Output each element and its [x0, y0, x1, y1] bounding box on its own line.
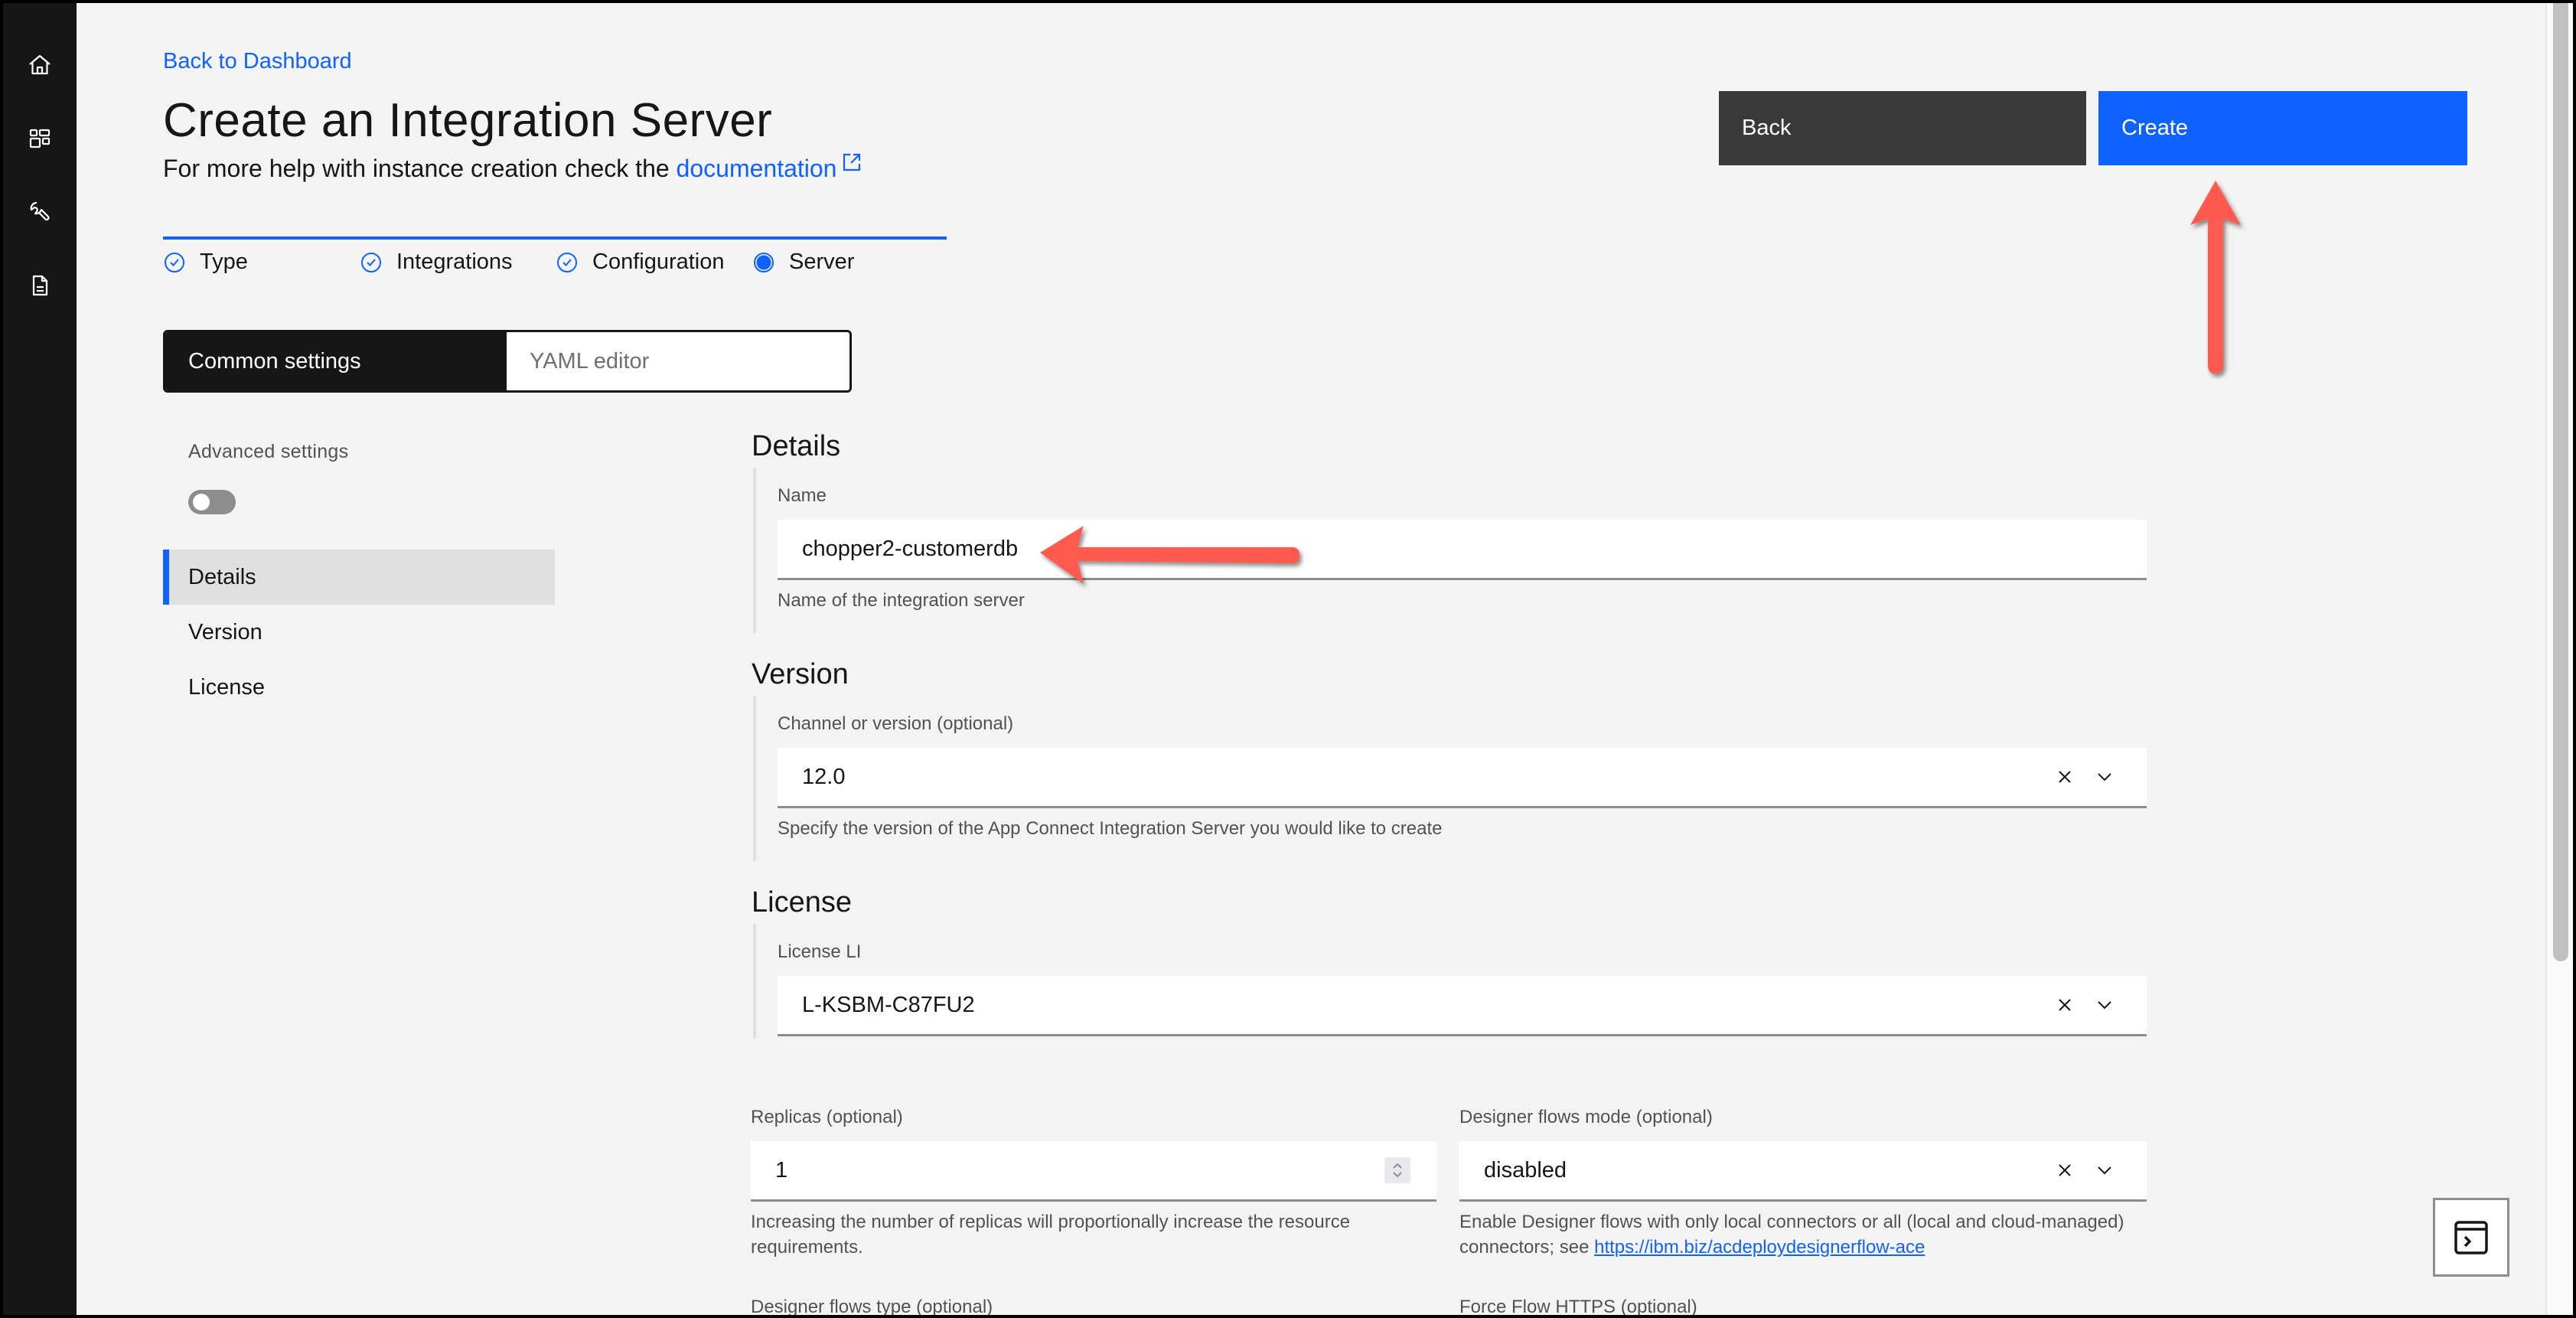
checkmark-circle-icon	[557, 252, 577, 272]
license-value: L-KSBM-C87FU2	[802, 992, 975, 1017]
current-step-icon	[754, 252, 774, 272]
tab-yaml-editor[interactable]: YAML editor	[507, 332, 849, 390]
side-rail	[3, 3, 77, 1315]
designer-flows-mode-value: disabled	[1484, 1157, 1567, 1183]
name-field[interactable]	[778, 520, 2147, 580]
progress-step-integrations[interactable]: Integrations	[360, 250, 513, 275]
checkmark-circle-icon	[165, 252, 184, 272]
clear-icon[interactable]	[2056, 997, 2073, 1013]
designer-flows-mode-helper: Enable Designer flows with only local co…	[1459, 1209, 2148, 1260]
details-section-bar	[753, 468, 756, 633]
name-helper-text: Name of the integration server	[778, 590, 1025, 611]
chevron-down-icon[interactable]	[2096, 1162, 2113, 1179]
license-label: License LI	[778, 941, 862, 962]
progress-step-configuration[interactable]: Configuration	[556, 250, 725, 275]
designer-flow-doc-link[interactable]: https://ibm.biz/acdeploydesignerflow-ace	[1594, 1237, 1925, 1258]
toggle-knob	[193, 494, 210, 511]
license-section-title: License	[752, 886, 852, 918]
content-switcher: Common settings YAML editor	[163, 330, 852, 393]
document-icon	[32, 275, 48, 296]
version-label: Channel or version (optional)	[778, 713, 1014, 734]
chevron-up-icon[interactable]	[1391, 1161, 1404, 1170]
page-scrollbar[interactable]	[2545, 3, 2573, 1315]
name-label: Name	[778, 485, 827, 506]
version-section-title: Version	[752, 658, 849, 690]
rail-documents-button[interactable]	[3, 249, 77, 322]
back-to-dashboard-link[interactable]: Back to Dashboard	[163, 49, 352, 74]
name-input[interactable]	[802, 520, 2147, 578]
dashboard-icon	[29, 129, 51, 148]
version-section-bar	[753, 696, 756, 861]
back-button[interactable]: Back	[1719, 91, 2086, 165]
progress-step-type[interactable]: Type	[163, 250, 248, 275]
chevron-down-icon[interactable]	[2096, 768, 2113, 785]
home-icon	[29, 54, 51, 75]
terminal-icon	[2454, 1220, 2488, 1254]
page-title: Create an Integration Server	[163, 94, 773, 147]
step-label: Integrations	[396, 250, 513, 274]
page-subtitle: For more help with instance creation che…	[163, 152, 862, 183]
rail-tools-button[interactable]	[3, 175, 77, 249]
settings-nav-license[interactable]: License	[163, 660, 555, 715]
license-combobox[interactable]: L-KSBM-C87FU2	[778, 976, 2147, 1036]
wrench-icon	[30, 201, 50, 221]
force-flow-https-label: Force Flow HTTPS (optional)	[1459, 1297, 1697, 1315]
details-section-title: Details	[752, 430, 841, 462]
documentation-link[interactable]: documentation	[677, 155, 837, 182]
designer-flows-type-label: Designer flows type (optional)	[751, 1297, 993, 1315]
version-value: 12.0	[802, 764, 846, 789]
chevron-down-icon[interactable]	[2096, 997, 2113, 1013]
replicas-stepper[interactable]	[1384, 1157, 1410, 1183]
progress-bar	[163, 237, 947, 240]
designer-flows-mode-label: Designer flows mode (optional)	[1459, 1107, 1713, 1127]
clear-icon[interactable]	[2056, 1162, 2073, 1179]
app-window: Back to Dashboard Create an Integration …	[3, 3, 2573, 1315]
create-button[interactable]: Create	[2098, 91, 2467, 165]
rail-home-button[interactable]	[3, 28, 77, 102]
replicas-field[interactable]: 1	[751, 1141, 1436, 1202]
step-label: Server	[789, 250, 855, 274]
terminal-panel-button[interactable]	[2433, 1198, 2509, 1277]
replicas-helper-text: Increasing the number of replicas will p…	[751, 1212, 1351, 1258]
replicas-label: Replicas (optional)	[751, 1107, 903, 1127]
advanced-settings-toggle[interactable]	[188, 490, 236, 514]
annotation-arrow-up-icon	[2190, 181, 2241, 374]
step-label: Type	[200, 250, 248, 274]
settings-nav-details[interactable]: Details	[163, 550, 555, 605]
step-label: Configuration	[592, 250, 725, 274]
progress-step-server[interactable]: Server	[752, 250, 854, 275]
external-link-icon[interactable]	[841, 152, 862, 173]
replicas-value: 1	[775, 1157, 788, 1183]
license-section-bar	[753, 924, 756, 1039]
tab-common-settings[interactable]: Common settings	[165, 332, 507, 390]
settings-nav-version[interactable]: Version	[163, 605, 555, 660]
advanced-settings-label: Advanced settings	[188, 441, 349, 462]
designer-flows-mode-combobox[interactable]: disabled	[1459, 1141, 2147, 1202]
chevron-down-icon[interactable]	[1391, 1170, 1404, 1179]
subtitle-text: For more help with instance creation che…	[163, 155, 670, 182]
version-helper-text: Specify the version of the App Connect I…	[778, 818, 1443, 839]
scrollbar-thumb[interactable]	[2553, 3, 2568, 961]
clear-icon[interactable]	[2056, 768, 2073, 785]
rail-dashboard-button[interactable]	[3, 102, 77, 175]
version-combobox[interactable]: 12.0	[778, 748, 2147, 808]
checkmark-circle-icon	[361, 252, 381, 272]
